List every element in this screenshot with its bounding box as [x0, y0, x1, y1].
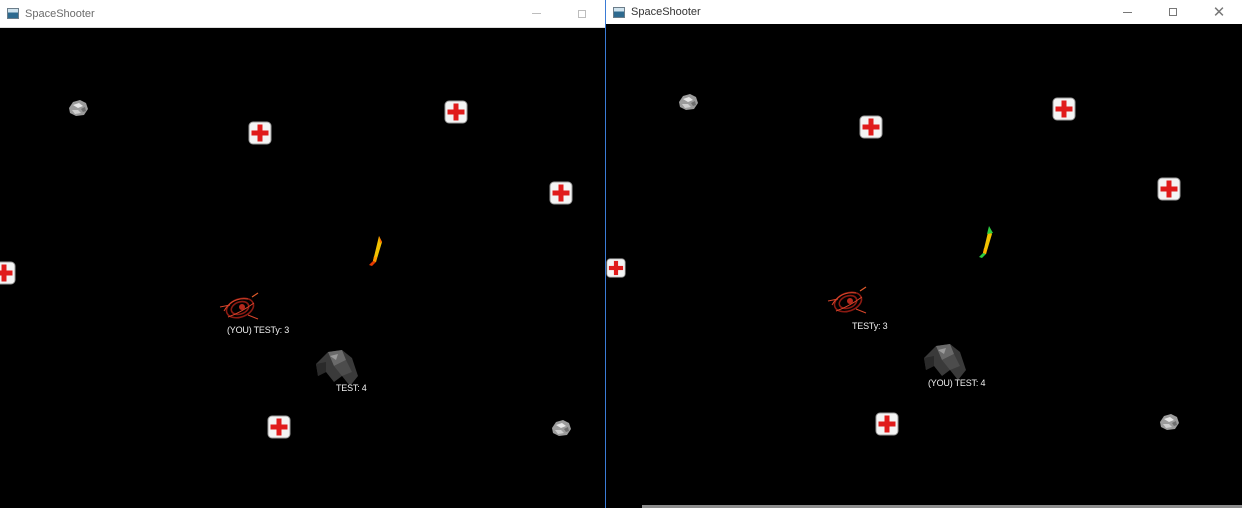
asteroid-icon — [66, 98, 90, 118]
minimize-icon — [1122, 11, 1132, 13]
asteroid-icon — [549, 418, 573, 438]
health-pack-icon — [606, 256, 626, 280]
health-pack-icon — [248, 121, 272, 145]
game-window-left[interactable]: SpaceShooter (YOU) TESTy: 3 TEST: 4 — [0, 0, 605, 508]
enemy-label: TEST: 4 — [336, 383, 367, 393]
close-button[interactable]: ✕ — [1196, 0, 1242, 24]
window-title: SpaceShooter — [25, 7, 95, 20]
player-label: (YOU) TEST: 4 — [928, 378, 986, 388]
app-icon — [7, 8, 19, 19]
window-titlebar[interactable]: SpaceShooter ✕ — [606, 0, 1242, 24]
dark-ship-icon — [920, 340, 968, 382]
player-label: (YOU) TESTy: 3 — [227, 325, 290, 335]
minimize-icon — [531, 13, 541, 14]
minimize-button[interactable] — [1104, 0, 1150, 24]
window-title: SpaceShooter — [631, 6, 701, 18]
health-pack-icon — [444, 100, 468, 124]
health-pack-icon — [267, 415, 291, 439]
close-icon: ✕ — [1212, 3, 1226, 21]
window-titlebar[interactable]: SpaceShooter — [0, 0, 605, 28]
red-ship-icon — [218, 291, 262, 325]
app-icon — [613, 6, 625, 18]
maximize-icon — [578, 9, 586, 18]
rocket-icon — [368, 234, 388, 268]
health-pack-icon — [0, 261, 16, 285]
health-pack-icon — [549, 181, 573, 205]
game-canvas[interactable]: (YOU) TESTy: 3 TEST: 4 — [0, 28, 605, 508]
game-canvas[interactable]: TESTy: 3 (YOU) TEST: 4 — [606, 24, 1242, 508]
health-pack-icon — [875, 412, 899, 436]
game-window-right[interactable]: SpaceShooter ✕ TESTy: 3 (YOU) TEST: 4 — [605, 0, 1242, 508]
minimize-button[interactable] — [513, 0, 559, 27]
enemy-label: TESTy: 3 — [852, 321, 888, 331]
rocket-icon — [978, 226, 998, 260]
asteroid-icon — [1157, 412, 1181, 432]
health-pack-icon — [1052, 97, 1076, 121]
asteroid-icon — [676, 92, 700, 112]
red-ship-icon — [826, 285, 870, 319]
health-pack-icon — [859, 115, 883, 139]
maximize-button[interactable] — [559, 0, 605, 27]
dark-ship-icon — [312, 346, 360, 388]
maximize-button[interactable] — [1150, 0, 1196, 24]
health-pack-icon — [1157, 177, 1181, 201]
maximize-icon — [1169, 8, 1177, 16]
